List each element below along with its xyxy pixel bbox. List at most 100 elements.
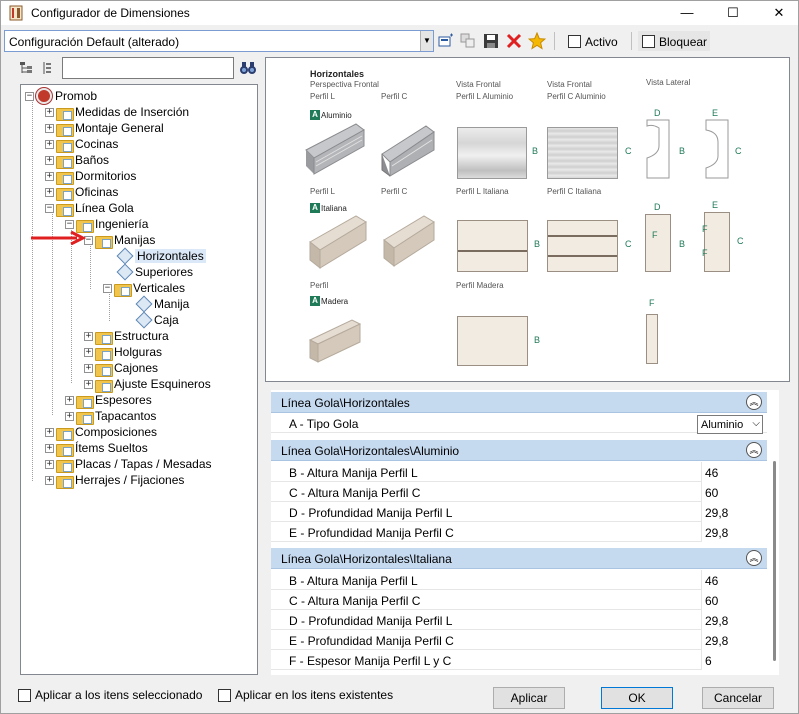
dim-d-label: D [654,108,661,118]
scrollbar-thumb[interactable] [773,461,776,661]
collapse-section-icon[interactable]: ︽ [746,442,762,458]
tree-node-banos[interactable]: + Baños [45,152,109,169]
close-button[interactable]: ✕ [756,1,799,25]
tree-node-caja[interactable]: Caja [135,312,179,328]
maximize-button[interactable]: ☐ [710,1,756,25]
property-value-field[interactable]: 6 [701,650,767,670]
property-value-field[interactable]: 60 [701,590,767,610]
tree-node-placas[interactable]: + Placas / Tapas / Mesadas [45,456,212,473]
expand-all-icon[interactable] [19,61,33,75]
delete-icon[interactable] [505,32,523,50]
collapse-icon[interactable]: − [25,91,34,101]
expand-icon[interactable]: + [45,475,54,485]
tree-node-composiciones[interactable]: + Composiciones [45,424,157,441]
expand-icon[interactable]: + [45,107,54,117]
perfil-c-italiana-label: Perfil C Italiana [547,187,602,196]
tree-node-manijas[interactable]: − Manijas [84,232,155,249]
edit-config-icon[interactable] [437,32,455,50]
tree-node-superiores[interactable]: Superiores [116,264,193,280]
tree-node-estructura[interactable]: + Estructura [84,328,169,345]
collapse-icon[interactable]: − [65,219,74,229]
property-name: E - Profundidad Manija Perfil C [289,634,454,648]
configuration-combo[interactable]: Configuración Default (alterado) ▼ [4,30,434,52]
tree-node-horizontales[interactable]: Horizontales [116,248,206,264]
section-header-horizontales[interactable]: Línea Gola\Horizontales ︽ [271,392,767,413]
tree-node-medidas[interactable]: + Medidas de Inserción [45,104,189,121]
tree-node-ajuste-esquineros[interactable]: + Ajuste Esquineros [84,376,211,393]
property-value-field[interactable]: 29,8 [701,610,767,630]
bloquear-checkbox[interactable] [642,35,655,48]
property-row: E - Profundidad Manija Perfil C 29,8 [271,522,767,542]
apply-selected-checkbox[interactable] [18,689,31,702]
expand-icon[interactable]: + [65,395,74,405]
tree-node-promob[interactable]: − Promob [25,88,97,104]
tree-node-label: Oficinas [75,185,119,199]
tree-search-input[interactable] [62,57,234,79]
tree-node-linea-gola[interactable]: − Línea Gola [45,200,134,217]
dim-b-label-3: B [534,239,541,249]
tree-node-ingenieria[interactable]: − Ingeniería [65,216,149,233]
tree-node-cocinas[interactable]: + Cocinas [45,136,118,153]
property-name: C - Altura Manija Perfil C [289,594,421,608]
property-value-field[interactable]: 29,8 [701,630,767,650]
expand-icon[interactable]: + [45,139,54,149]
property-value-field[interactable]: 46 [701,462,767,482]
cancel-button[interactable]: Cancelar [702,687,774,709]
property-value-field[interactable]: 46 [701,570,767,590]
property-value-field[interactable]: 29,8 [701,522,767,542]
save-icon[interactable] [482,32,500,50]
expand-icon[interactable]: + [45,155,54,165]
expand-icon[interactable]: + [84,379,93,389]
expand-icon[interactable]: + [45,459,54,469]
tipo-gola-select[interactable]: Aluminio ⌵ [697,415,763,434]
star-icon[interactable] [528,32,546,50]
expand-icon[interactable]: + [84,347,93,357]
properties-scrollbar[interactable] [771,461,779,671]
tree-node-tapacantos[interactable]: + Tapacantos [65,408,156,425]
expand-icon[interactable]: + [45,171,54,181]
activo-checkbox[interactable] [568,35,581,48]
tree-node-montaje[interactable]: + Montaje General [45,120,164,137]
section-header-italiana[interactable]: Línea Gola\Horizontales\Italiana ︽ [271,548,767,569]
property-name: B - Altura Manija Perfil L [289,574,418,588]
minimize-button[interactable]: — [664,1,710,25]
property-row: D - Profundidad Manija Perfil L 29,8 [271,610,767,630]
expand-icon[interactable]: + [84,331,93,341]
ok-button[interactable]: OK [601,687,673,709]
tree-view[interactable]: − Promob + Medidas de Inserción + Montaj… [20,84,258,675]
expand-icon[interactable]: + [65,411,74,421]
expand-icon[interactable]: + [84,363,93,373]
tree-node-herrajes[interactable]: + Herrajes / Fijaciones [45,472,184,489]
expand-icon[interactable]: + [45,123,54,133]
tree-node-label: Ingeniería [95,217,149,231]
tree-node-items-sueltos[interactable]: + Ítems Sueltos [45,440,148,457]
tree-node-cajones[interactable]: + Cajones [84,360,158,377]
collapse-all-icon[interactable] [41,61,53,75]
tree-node-manija[interactable]: Manija [135,296,189,312]
tree-node-verticales[interactable]: − Verticales [103,280,185,297]
perfil-l-aluminio-label: Perfil L Aluminio [456,92,514,101]
section-header-aluminio[interactable]: Línea Gola\Horizontales\Aluminio ︽ [271,440,767,461]
property-value-field[interactable]: 29,8 [701,502,767,522]
apply-button[interactable]: Aplicar [493,687,565,709]
tree-node-dormitorios[interactable]: + Dormitorios [45,168,136,185]
tree-node-holguras[interactable]: + Holguras [84,344,163,361]
collapse-icon[interactable]: − [103,283,112,293]
expand-icon[interactable]: + [45,427,54,437]
binoculars-icon[interactable] [239,60,257,76]
copy-config-icon[interactable] [459,32,477,50]
apply-existing-checkbox[interactable] [218,689,231,702]
property-value-field[interactable]: 60 [701,482,767,502]
tree-node-oficinas[interactable]: + Oficinas [45,184,119,201]
badge-letter: A [310,110,320,120]
tree-node-label: Holguras [114,345,163,359]
perfil-c-aluminio-label: Perfil C Aluminio [547,92,606,101]
collapse-icon[interactable]: − [45,203,54,213]
collapse-section-icon[interactable]: ︽ [746,394,762,410]
expand-icon[interactable]: + [45,443,54,453]
bloquear-group: Bloquear [638,31,710,51]
chevron-down-icon[interactable]: ▼ [420,31,433,51]
expand-icon[interactable]: + [45,187,54,197]
collapse-section-icon[interactable]: ︽ [746,550,762,566]
tree-node-espesores[interactable]: + Espesores [65,392,152,409]
